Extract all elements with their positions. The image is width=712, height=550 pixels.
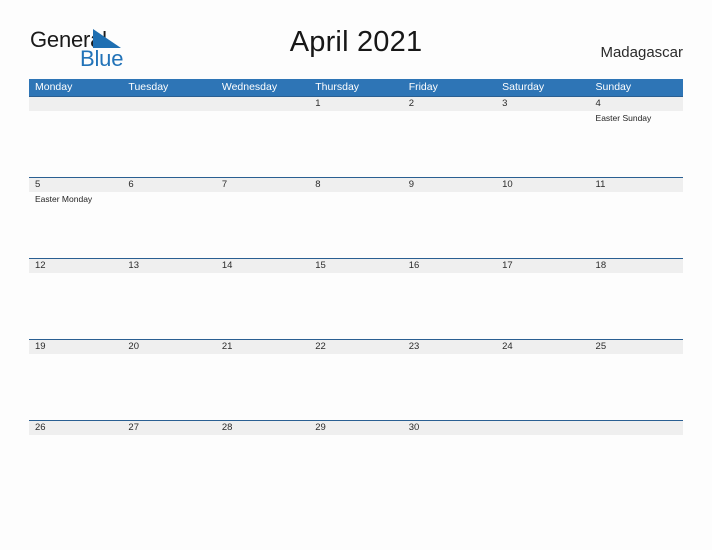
day-number[interactable]: 23 [403,340,496,354]
day-cell[interactable] [309,192,402,258]
weekday-header-tuesday: Tuesday [128,81,169,93]
calendar-grid: Monday Tuesday Wednesday Thursday Friday… [29,79,683,435]
day-cell[interactable] [216,435,309,437]
weekday-header-monday: Monday [35,81,73,93]
day-cell[interactable] [216,192,309,258]
week-date-band: 1 2 3 4 [29,97,683,111]
week-date-band: 5 6 7 8 9 10 11 [29,178,683,192]
day-number[interactable] [496,421,589,435]
day-cell[interactable] [496,111,589,177]
day-number[interactable]: 27 [122,421,215,435]
day-number[interactable]: 11 [590,178,683,192]
day-number[interactable]: 15 [309,259,402,273]
day-number[interactable] [29,97,122,111]
day-number[interactable] [216,97,309,111]
day-cell[interactable] [29,435,122,437]
week-event-band [29,354,683,420]
day-cell[interactable] [216,354,309,420]
day-cell[interactable] [122,435,215,437]
day-cell[interactable] [403,273,496,339]
day-number[interactable]: 5 [29,178,122,192]
week-row: 19 20 21 22 23 24 25 [29,339,683,420]
day-number[interactable]: 6 [122,178,215,192]
day-cell[interactable] [590,435,683,437]
day-cell[interactable] [216,273,309,339]
day-number[interactable]: 4 [590,97,683,111]
week-row: 12 13 14 15 16 17 18 [29,258,683,339]
day-cell[interactable] [496,435,589,437]
day-number[interactable]: 10 [496,178,589,192]
day-cell[interactable] [122,354,215,420]
day-number[interactable]: 1 [309,97,402,111]
day-cell[interactable]: Easter Monday [29,192,122,258]
weekday-header-friday: Friday [408,81,438,93]
day-cell[interactable] [590,354,683,420]
week-date-band: 26 27 28 29 30 [29,421,683,435]
day-number[interactable]: 18 [590,259,683,273]
day-number[interactable]: 29 [309,421,402,435]
day-cell[interactable] [309,111,402,177]
week-event-band: Easter Sunday [29,111,683,177]
day-number[interactable]: 22 [309,340,402,354]
day-cell[interactable] [403,354,496,420]
day-cell[interactable] [29,273,122,339]
day-number[interactable]: 12 [29,259,122,273]
day-cell[interactable] [309,435,402,437]
week-event-band: Easter Monday [29,192,683,258]
weekday-header-wednesday: Wednesday [221,81,278,93]
day-cell[interactable] [29,354,122,420]
day-number[interactable] [590,421,683,435]
day-cell[interactable]: Easter Sunday [590,111,683,177]
day-cell[interactable] [590,192,683,258]
day-cell[interactable] [496,192,589,258]
day-cell[interactable] [496,354,589,420]
week-row: 26 27 28 29 30 [29,420,683,435]
day-number[interactable]: 8 [309,178,402,192]
day-number[interactable]: 9 [403,178,496,192]
day-event-label: Easter Monday [35,194,93,204]
day-number[interactable]: 16 [403,259,496,273]
page-header: General Blue April 2021 Madagascar [0,0,712,78]
week-row: 5 6 7 8 9 10 11 Easter Monday [29,177,683,258]
weekday-header-thursday: Thursday [315,81,360,93]
day-cell[interactable] [29,111,122,177]
day-number[interactable]: 13 [122,259,215,273]
country-label: Madagascar [600,44,683,61]
week-event-band [29,273,683,339]
day-number[interactable]: 21 [216,340,309,354]
week-date-band: 19 20 21 22 23 24 25 [29,340,683,354]
day-number[interactable] [122,97,215,111]
day-cell[interactable] [122,111,215,177]
day-number[interactable]: 20 [122,340,215,354]
week-date-band: 12 13 14 15 16 17 18 [29,259,683,273]
day-number[interactable]: 28 [216,421,309,435]
day-number[interactable]: 19 [29,340,122,354]
day-number[interactable]: 3 [496,97,589,111]
day-number[interactable]: 2 [403,97,496,111]
day-cell[interactable] [403,111,496,177]
weekday-header-saturday: Saturday [502,81,545,93]
day-cell[interactable] [122,192,215,258]
calendar-page: General Blue April 2021 Madagascar Monda… [0,0,712,550]
day-number[interactable]: 26 [29,421,122,435]
day-number[interactable]: 24 [496,340,589,354]
day-cell[interactable] [216,111,309,177]
day-cell[interactable] [403,435,496,437]
day-number[interactable]: 25 [590,340,683,354]
week-row: 1 2 3 4 Easter Sunday [29,96,683,177]
day-cell[interactable] [403,192,496,258]
day-event-label: Easter Sunday [595,113,652,123]
day-cell[interactable] [309,273,402,339]
day-cell[interactable] [122,273,215,339]
day-cell[interactable] [309,354,402,420]
weekday-header-sunday: Sunday [595,81,632,93]
day-number[interactable]: 17 [496,259,589,273]
weekday-header-row: Monday Tuesday Wednesday Thursday Friday… [29,79,683,96]
day-number[interactable]: 7 [216,178,309,192]
day-number[interactable]: 14 [216,259,309,273]
day-cell[interactable] [590,273,683,339]
day-cell[interactable] [496,273,589,339]
day-number[interactable]: 30 [403,421,496,435]
